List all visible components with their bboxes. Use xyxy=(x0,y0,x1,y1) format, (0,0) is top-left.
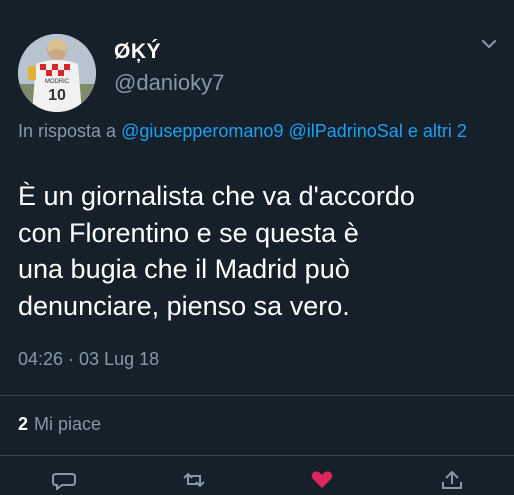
likes-stat[interactable]: 2 Mi piace xyxy=(18,414,101,435)
divider xyxy=(0,395,514,396)
avatar-jersey-name: MODRIC xyxy=(45,79,70,85)
avatar-image: MODRIC 10 xyxy=(18,34,96,112)
reply-mention-link[interactable]: @giusepperomano9 xyxy=(121,121,283,141)
chevron-down-icon[interactable] xyxy=(478,36,500,52)
reply-mention-link[interactable]: @ilPadrinoSal xyxy=(288,121,402,141)
likes-label: Mi piace xyxy=(34,414,102,434)
retweet-icon[interactable] xyxy=(180,470,208,490)
reply-context: In risposta a @giusepperomano9 @ilPadrin… xyxy=(18,118,498,145)
tweet-timestamp: 04:26 · 03 Lug 18 xyxy=(18,349,160,369)
divider xyxy=(0,455,514,456)
likes-count: 2 xyxy=(18,414,29,434)
avatar-jersey-number: 10 xyxy=(48,87,66,104)
user-handle[interactable]: @danioky7 xyxy=(114,70,224,96)
share-icon[interactable] xyxy=(438,470,466,490)
reply-icon[interactable] xyxy=(50,470,78,492)
tweet-detail: MODRIC 10 ØĶÝ @danioky7 In risposta a @g… xyxy=(0,0,514,492)
reply-others-link[interactable]: e altri 2 xyxy=(408,121,467,141)
display-name[interactable]: ØĶÝ xyxy=(114,40,161,64)
like-icon[interactable] xyxy=(308,470,336,490)
avatar[interactable]: MODRIC 10 xyxy=(18,34,96,112)
tweet-text: È un giornalista che va d'accordo con Fl… xyxy=(18,181,415,321)
reply-prefix: In risposta a xyxy=(18,121,117,141)
